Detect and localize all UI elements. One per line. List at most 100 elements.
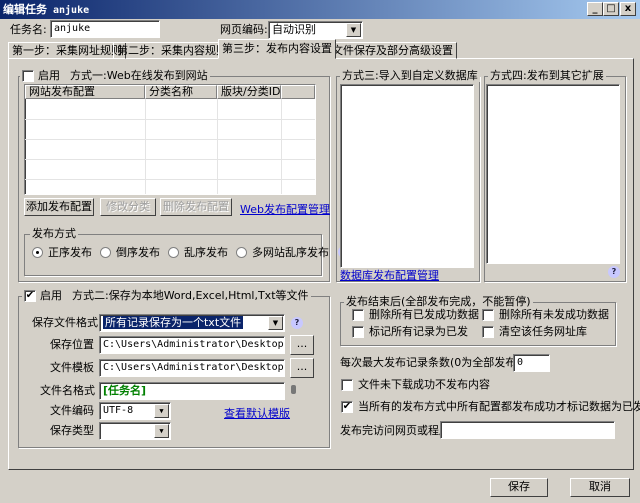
- radio-reverse[interactable]: [100, 246, 111, 258]
- browse-location-button[interactable]: ...: [290, 335, 314, 355]
- delete-config-button[interactable]: 删除发布配置: [160, 198, 232, 216]
- tab-step1[interactable]: 第一步：采集网址规则: [8, 42, 126, 59]
- radio-forward[interactable]: [32, 246, 43, 258]
- chevron-down-icon: ▼: [346, 23, 361, 37]
- method1-title: 方式一:Web在线发布到网站: [70, 69, 208, 82]
- file-encoding-value: UTF-8: [103, 405, 134, 416]
- visit-after-input[interactable]: [440, 421, 615, 439]
- radio-label: 多网站乱序发布: [252, 246, 329, 259]
- title-bar: 编辑任务 anjuke: [0, 0, 640, 19]
- encoding-label: 网页编码:: [220, 23, 268, 36]
- format-value: 所有记录保存为一个txt文件: [103, 316, 244, 329]
- checkbox-label: 删除所有已发成功数据: [369, 308, 479, 321]
- after-option[interactable]: 删除所有未发成功数据: [482, 308, 609, 322]
- window-title: 编辑任务: [3, 3, 47, 16]
- location-input[interactable]: C:\Users\Administrator\Desktop: [99, 336, 285, 354]
- grid-line: [281, 99, 282, 194]
- save-button[interactable]: 保存: [490, 478, 548, 497]
- cancel-button[interactable]: 取消: [570, 478, 630, 497]
- checkbox[interactable]: [341, 379, 353, 391]
- mark-all-option[interactable]: ✔ 当所有的发布方式中所有配置都发布成功才标记数据为已发: [341, 400, 640, 414]
- minimize-button[interactable]: _: [587, 2, 603, 16]
- save-type-select[interactable]: ▼: [99, 422, 171, 440]
- web-publish-table[interactable]: 网站发布配置 分类名称 版块/分类ID: [24, 84, 316, 195]
- grid-line: [25, 139, 315, 140]
- database-config-manage-link[interactable]: 数据库发布配置管理: [340, 267, 439, 283]
- format-select[interactable]: 所有记录保存为一个txt文件 ▼: [99, 314, 285, 332]
- grid-line: [25, 179, 315, 180]
- window-task: anjuke: [53, 5, 90, 16]
- database-list[interactable]: [340, 84, 474, 268]
- column-header[interactable]: 网站发布配置: [25, 85, 145, 99]
- extension-list[interactable]: [486, 84, 620, 264]
- after-option[interactable]: 清空该任务网址库: [482, 325, 587, 339]
- add-config-button[interactable]: 添加发布配置: [24, 198, 94, 216]
- column-header-empty: [281, 85, 315, 99]
- checkbox-label: 标记所有记录为已发: [369, 325, 468, 338]
- checkbox[interactable]: [482, 326, 494, 338]
- method1-legend: 启用 方式一:Web在线发布到网站: [20, 69, 210, 82]
- column-header[interactable]: 分类名称: [145, 85, 217, 99]
- template-label: 文件模板: [50, 361, 94, 374]
- encoding-select[interactable]: 自动识别 ▼: [268, 21, 363, 39]
- checkbox[interactable]: [352, 309, 364, 321]
- save-type-label: 保存类型: [50, 424, 94, 437]
- radio-label: 正序发布: [48, 246, 92, 259]
- grid-line: [217, 99, 218, 194]
- checkbox-label: 当所有的发布方式中所有配置都发布成功才标记数据为已发: [358, 400, 640, 413]
- maximize-button[interactable]: □: [603, 2, 619, 16]
- method2-legend: ✔ 启用 方式二:保存为本地Word,Excel,Html,Txt等文件: [22, 289, 311, 302]
- tab-step2[interactable]: 第二步：采集内容规则: [113, 42, 231, 59]
- checkbox-label: 文件未下载成功不发布内容: [358, 378, 490, 391]
- format-label: 保存文件格式: [32, 316, 98, 329]
- method2-title: 方式二:保存为本地Word,Excel,Html,Txt等文件: [72, 289, 309, 302]
- task-name-input[interactable]: anjuke: [50, 20, 160, 38]
- file-encoding-select[interactable]: UTF-8 ▼: [99, 402, 171, 420]
- after-publish-title: 发布结束后(全部发布完成，不能暂停): [344, 295, 533, 308]
- close-button[interactable]: x: [620, 2, 636, 16]
- radio-label: 乱序发布: [184, 246, 228, 259]
- encoding-value: 自动识别: [272, 23, 316, 36]
- method3-title: 方式三:导入到自定义数据库: [340, 69, 480, 82]
- web-config-manage-link[interactable]: Web发布配置管理: [240, 201, 330, 217]
- after-option[interactable]: 标记所有记录为已发: [352, 325, 468, 339]
- chevron-down-icon: ▼: [268, 316, 283, 330]
- view-default-template-link[interactable]: 查看默认模版: [224, 405, 290, 421]
- help-icon[interactable]: ?: [291, 317, 303, 329]
- grid-line: [25, 119, 315, 120]
- filename-input[interactable]: [任务名]: [99, 382, 285, 400]
- browse-template-button[interactable]: ...: [290, 358, 314, 378]
- radio-multisite-random[interactable]: [236, 246, 247, 258]
- chevron-down-icon: ▼: [154, 404, 169, 418]
- skip-failed-option[interactable]: 文件未下载成功不发布内容: [341, 378, 490, 392]
- tab-file-save[interactable]: 文件保存及部分高级设置: [328, 42, 457, 59]
- checkbox[interactable]: [482, 309, 494, 321]
- checkbox[interactable]: ✔: [341, 401, 353, 413]
- tab-step3[interactable]: 第三步：发布内容设置: [218, 39, 336, 59]
- method1-enable-checkbox[interactable]: [22, 69, 34, 82]
- help-icon[interactable]: ?: [608, 266, 620, 278]
- grid-line: [25, 159, 315, 160]
- checkbox[interactable]: [352, 326, 364, 338]
- chevron-down-icon: ▼: [154, 424, 169, 438]
- edit-category-button[interactable]: 修改分类: [100, 198, 156, 216]
- method2-enable-checkbox[interactable]: ✔: [24, 289, 36, 302]
- radio-random[interactable]: [168, 246, 179, 258]
- checkbox-label: 删除所有未发成功数据: [499, 308, 609, 321]
- grid-line: [145, 99, 146, 194]
- max-records-label: 每次最大发布记录条数(0为全部发布):: [340, 356, 525, 369]
- template-input[interactable]: C:\Users\Administrator\Desktop\anjuke: [99, 359, 285, 377]
- method4-title: 方式四:发布到其它扩展: [488, 69, 606, 82]
- tag-icon[interactable]: [291, 385, 296, 394]
- file-encoding-label: 文件编码: [50, 404, 94, 417]
- method1-enable-label: 启用: [38, 69, 60, 82]
- publish-mode-radios: 正序发布 倒序发布 乱序发布 多网站乱序发布 ?: [32, 244, 350, 260]
- checkbox-label: 清空该任务网址库: [499, 325, 587, 338]
- after-option[interactable]: 删除所有已发成功数据: [352, 308, 479, 322]
- max-records-input[interactable]: 0: [513, 354, 550, 372]
- location-label: 保存位置: [50, 338, 94, 351]
- method2-enable-label: 启用: [40, 289, 62, 302]
- column-header[interactable]: 版块/分类ID: [217, 85, 281, 99]
- filename-label: 文件名格式: [40, 384, 95, 397]
- publish-mode-title: 发布方式: [30, 227, 78, 240]
